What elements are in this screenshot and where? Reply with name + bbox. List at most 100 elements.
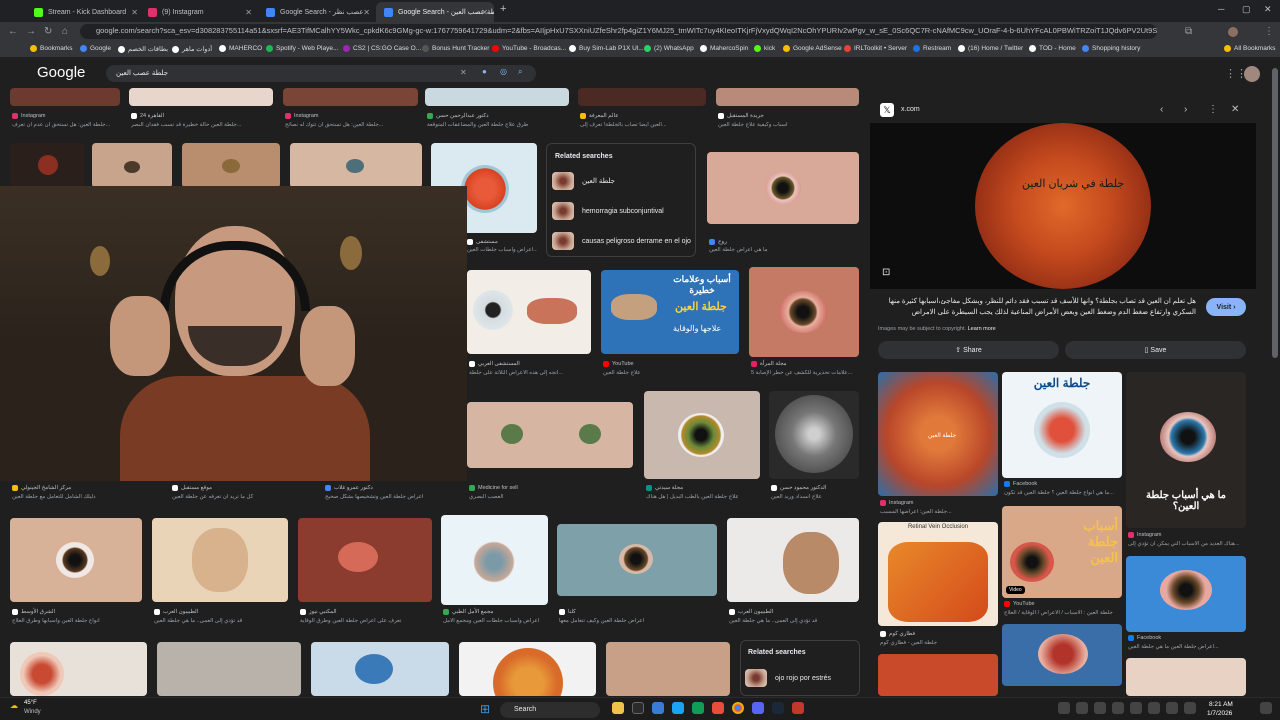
- image-result[interactable]: [10, 518, 142, 602]
- volume-icon[interactable]: [1184, 702, 1196, 714]
- image-result[interactable]: [578, 88, 706, 106]
- bookmark-item[interactable]: kick: [754, 45, 775, 52]
- result-source[interactable]: دكتور عبدالرحمن حسن: [427, 113, 489, 119]
- result-title[interactable]: جلطة العين: هل تستحق أن عدم ان تعرف...: [12, 122, 122, 128]
- app-icon[interactable]: [652, 702, 664, 714]
- bookmark-item[interactable]: YouTube - Broadcas...: [492, 45, 566, 52]
- result-source[interactable]: الطبيبون العرب: [154, 609, 198, 615]
- related-item[interactable]: جلطة العين: [552, 172, 615, 190]
- related-image[interactable]: [1002, 624, 1122, 686]
- clock-date[interactable]: 1/7/2026: [1207, 710, 1232, 717]
- related-image[interactable]: جلطة العين: [1002, 372, 1122, 478]
- bookmark-item[interactable]: Bookmarks: [30, 45, 73, 52]
- extensions-icon[interactable]: ⧉: [1185, 26, 1192, 37]
- search-icon[interactable]: ⌕: [518, 67, 522, 77]
- close-tab-icon[interactable]: ✕: [245, 8, 252, 17]
- result-source[interactable]: مركز الشامخ الجينولي: [12, 485, 71, 491]
- result-title[interactable]: العصب البصري: [469, 494, 609, 500]
- profile-avatar[interactable]: [1228, 27, 1238, 37]
- result-title[interactable]: أعراض وأسباب جلطات العين ومجمع الأمل: [443, 618, 553, 624]
- related-item[interactable]: causas peligroso derrame en el ojo: [552, 232, 691, 250]
- result-source[interactable]: مجلة المرأة: [751, 361, 787, 367]
- result-source[interactable]: YouTube: [603, 361, 634, 367]
- result-title[interactable]: أسباب وكيفية علاج جلطة العين: [718, 122, 858, 128]
- result-title[interactable]: دليلك الشامل للتعامل مع جلطة العين: [12, 494, 152, 500]
- result-title[interactable]: قد تؤدي إلى العمى.. ما هي جلطة العين: [729, 618, 859, 624]
- lens-icon[interactable]: ◎: [500, 67, 507, 76]
- close-tab-icon[interactable]: ✕: [481, 8, 488, 17]
- google-logo[interactable]: Google: [37, 64, 85, 81]
- result-source[interactable]: القاهرة 24: [131, 113, 164, 119]
- result-title[interactable]: كل ما تريد أن تعرفه عن جلطة العين: [172, 494, 312, 500]
- image-result[interactable]: [298, 518, 432, 602]
- bookmark-item[interactable]: Buy Sim-Lab P1X Ul...: [569, 45, 644, 52]
- result-title[interactable]: أعراض جلطة العين وتشخيصها بشكل صحيح: [325, 494, 455, 500]
- image-result[interactable]: [10, 143, 84, 188]
- tab-google-1[interactable]: Google Search - عصب نظر ✕: [258, 2, 376, 22]
- bookmark-item[interactable]: (2) WhatsApp: [644, 45, 694, 52]
- result-source[interactable]: الشرق الأوسط: [12, 609, 55, 615]
- bookmark-item[interactable]: IRLToolkit • Server: [844, 45, 907, 52]
- address-bar[interactable]: google.com/search?sca_esv=d308283755114a…: [80, 24, 1157, 39]
- result-title[interactable]: ما هي أعراض جلطة العين: [709, 247, 849, 253]
- result-title[interactable]: 5 علامات تحذيرية للكشف عن خطر الإصابة...: [751, 370, 861, 376]
- result-source[interactable]: مستشفى: [467, 239, 498, 245]
- image-result[interactable]: [441, 515, 548, 605]
- result-title[interactable]: علاج جلطة العين: [603, 370, 733, 376]
- image-result[interactable]: [606, 642, 730, 696]
- result-source[interactable]: Facebook: [1004, 481, 1037, 487]
- app-icon[interactable]: [792, 702, 804, 714]
- account-avatar[interactable]: [1244, 66, 1260, 82]
- result-source[interactable]: موقع مستقبل: [172, 485, 212, 491]
- file-explorer-icon[interactable]: [612, 702, 624, 714]
- edge-icon[interactable]: [692, 702, 704, 714]
- result-title[interactable]: أعراض جلطة العين ما هي جلطة العين...: [1128, 644, 1246, 650]
- result-source[interactable]: كلنا: [559, 609, 576, 615]
- result-source[interactable]: فطاري كوم: [880, 631, 915, 637]
- related-item[interactable]: ojo rojo por estrés: [745, 669, 831, 687]
- related-image[interactable]: جلطة العين: [878, 372, 998, 496]
- result-source[interactable]: عالم المعرفة: [580, 113, 618, 119]
- result-source[interactable]: المكتبي نيوز: [300, 609, 337, 615]
- image-result[interactable]: [92, 143, 172, 188]
- image-result[interactable]: [290, 143, 422, 188]
- maximize-button[interactable]: ▢: [1242, 4, 1251, 15]
- bookmark-item[interactable]: MAHERCO: [219, 45, 262, 52]
- app-icon[interactable]: [712, 702, 724, 714]
- bookmark-item[interactable]: Google AdSense: [783, 45, 842, 52]
- result-source[interactable]: YouTube: [1004, 601, 1035, 607]
- tab-google-active[interactable]: Google Search - جلطة عصب العين✕: [376, 2, 494, 22]
- image-result[interactable]: [459, 642, 596, 696]
- result-source[interactable]: Instagram: [1128, 532, 1161, 538]
- result-title[interactable]: أعراض وأسباب جلطات العين...: [467, 247, 537, 253]
- result-source[interactable]: الطبيبون العرب: [729, 609, 773, 615]
- notification-icon[interactable]: [1260, 702, 1272, 714]
- result-source[interactable]: جريدة المستقبل: [718, 113, 764, 119]
- result-title[interactable]: طرق علاج جلطة العين والمضاعفات المتوقعة: [427, 122, 567, 128]
- result-title[interactable]: ما هي أنواع جلطة العين ؟ جلطة العين قد ت…: [1004, 490, 1122, 496]
- close-tab-icon[interactable]: ✕: [363, 8, 370, 17]
- chrome-icon[interactable]: [732, 702, 744, 714]
- tray-icon[interactable]: [1130, 702, 1142, 714]
- preview-image[interactable]: جلطة في شريان العين ⊡: [870, 123, 1256, 289]
- image-result[interactable]: [716, 88, 859, 106]
- wifi-icon[interactable]: [1166, 702, 1178, 714]
- result-title[interactable]: العين ايضاً تصاب بالجلطة! تعرف إلى...: [580, 122, 705, 128]
- result-title[interactable]: هناك العديد من الأسباب التي يمكن أن تؤدي…: [1128, 541, 1246, 547]
- learn-more-link[interactable]: Learn more: [968, 326, 996, 332]
- app-icon[interactable]: [672, 702, 684, 714]
- bookmark-item[interactable]: All Bookmarks: [1224, 45, 1276, 52]
- image-result[interactable]: [707, 152, 859, 224]
- image-result[interactable]: [283, 88, 418, 106]
- bookmark-item[interactable]: MahercoSpin: [700, 45, 748, 52]
- more-icon[interactable]: ⋮: [1208, 104, 1218, 115]
- weather-temp[interactable]: 45°F: [24, 700, 37, 706]
- image-result[interactable]: [425, 88, 569, 106]
- bookmark-item[interactable]: Google: [80, 45, 111, 52]
- close-tab-icon[interactable]: ✕: [131, 8, 138, 17]
- image-result[interactable]: [557, 524, 717, 596]
- next-icon[interactable]: ›: [1184, 104, 1187, 115]
- result-source[interactable]: الدكتور محمود حسن: [771, 485, 826, 491]
- bookmark-item[interactable]: Restream: [913, 45, 951, 52]
- steam-icon[interactable]: [772, 702, 784, 714]
